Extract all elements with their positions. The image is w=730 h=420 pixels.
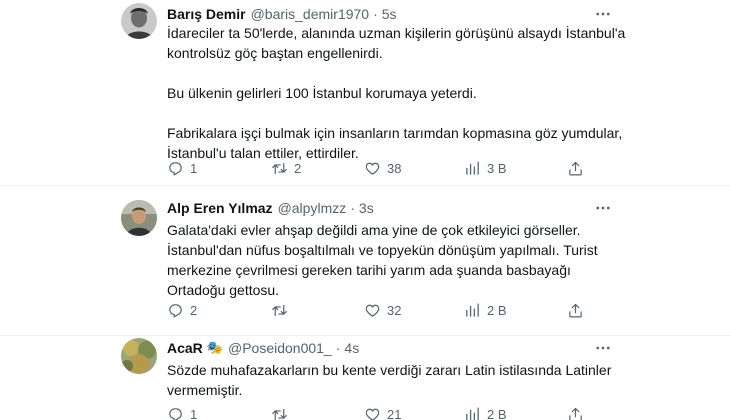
views-chart-icon	[466, 302, 479, 317]
retweet-count: 2	[294, 160, 302, 176]
avatar[interactable]	[121, 3, 157, 39]
more-options-icon[interactable]	[593, 338, 613, 358]
user-handle[interactable]: @alpylmzz	[278, 200, 347, 216]
timestamp[interactable]: 4s	[344, 340, 359, 356]
more-options-icon[interactable]	[593, 198, 613, 218]
reply-icon	[169, 407, 182, 420]
reply-button[interactable]: 2	[167, 300, 197, 320]
tweet-paragraph: Fabrikalara işçi bulmak için insanların …	[167, 125, 623, 161]
action-bar: 1 2 38 3 B	[167, 158, 597, 178]
views-chart-icon	[466, 406, 479, 420]
tweet-paragraph: Galata'daki evler ahşap değildi ama yine…	[167, 222, 598, 298]
tweet-text: Sözde muhafazakarların bu kente verdiği …	[167, 360, 627, 400]
retweet-icon	[272, 162, 287, 174]
view-count: 3 B	[487, 160, 507, 176]
tweet-header: Alp Eren Yılmaz @alpylmzz · 3s	[167, 198, 374, 218]
like-count: 21	[387, 406, 402, 420]
timestamp[interactable]: 5s	[382, 6, 397, 22]
tweet-paragraph: İdareciler ta 50'lerde, alanında uzman k…	[167, 25, 626, 61]
reply-count: 1	[190, 160, 198, 176]
heart-icon	[365, 162, 380, 175]
share-icon	[569, 161, 582, 175]
tweet-header: Barış Demir @baris_demir1970 · 5s	[167, 4, 397, 24]
reply-icon	[169, 303, 182, 317]
like-button[interactable]: 21	[364, 404, 401, 420]
separator-dot: ·	[335, 340, 341, 356]
tweet[interactable]: Barış Demir @baris_demir1970 · 5s İdarec…	[0, 0, 730, 186]
heart-icon	[365, 408, 380, 420]
more-options-icon[interactable]	[593, 4, 613, 24]
reply-button[interactable]: 1	[167, 158, 197, 178]
share-icon	[569, 407, 582, 420]
share-button[interactable]	[567, 404, 584, 420]
share-button[interactable]	[567, 158, 584, 178]
view-count: 2 B	[487, 302, 507, 318]
share-icon	[569, 303, 582, 317]
reply-count: 2	[190, 302, 198, 318]
tweet[interactable]: AcaR 🎭 @Poseidon001_ · 4s Sözde muhafaza…	[0, 336, 730, 420]
retweet-icon	[272, 304, 287, 316]
tweet-feed: Barış Demir @baris_demir1970 · 5s İdarec…	[0, 0, 730, 420]
like-count: 32	[387, 302, 402, 318]
tweet-text: İdareciler ta 50'lerde, alanında uzman k…	[167, 23, 627, 163]
like-button[interactable]: 32	[364, 300, 401, 320]
timestamp[interactable]: 3s	[359, 200, 374, 216]
views-button[interactable]: 2 B	[464, 300, 507, 320]
user-handle[interactable]: @Poseidon001_	[228, 340, 332, 356]
tweet-paragraph: Bu ülkenin gelirleri 100 İstanbul koruma…	[167, 85, 477, 101]
reply-count: 1	[190, 406, 198, 420]
display-name[interactable]: Alp Eren Yılmaz	[167, 200, 273, 216]
like-button[interactable]: 38	[364, 158, 401, 178]
retweet-button[interactable]: 2	[271, 158, 301, 178]
action-bar: 2 32 2 B	[167, 300, 597, 320]
retweet-button[interactable]	[271, 300, 288, 320]
views-chart-icon	[466, 160, 479, 175]
avatar[interactable]	[121, 338, 157, 374]
avatar[interactable]	[121, 200, 157, 236]
reply-icon	[169, 161, 182, 175]
retweet-button[interactable]	[271, 404, 288, 420]
retweet-icon	[272, 408, 287, 420]
tweet-header: AcaR 🎭 @Poseidon001_ · 4s	[167, 338, 359, 358]
view-count: 2 B	[487, 406, 507, 420]
masks-emoji-icon: 🎭	[206, 340, 223, 355]
separator-dot: ·	[350, 200, 355, 216]
display-name[interactable]: AcaR	[167, 340, 203, 356]
views-button[interactable]: 2 B	[464, 404, 507, 420]
share-button[interactable]	[567, 300, 584, 320]
display-name[interactable]: Barış Demir	[167, 6, 246, 22]
action-bar: 1 21 2 B	[167, 404, 597, 420]
tweet-paragraph: Sözde muhafazakarların bu kente verdiği …	[167, 362, 612, 398]
heart-icon	[365, 304, 380, 317]
like-count: 38	[387, 160, 402, 176]
reply-button[interactable]: 1	[167, 404, 197, 420]
user-handle[interactable]: @baris_demir1970	[251, 6, 370, 22]
views-button[interactable]: 3 B	[464, 158, 507, 178]
tweet[interactable]: Alp Eren Yılmaz @alpylmzz · 3s Galata'da…	[0, 186, 730, 336]
tweet-text: Galata'daki evler ahşap değildi ama yine…	[167, 220, 627, 300]
separator-dot: ·	[373, 6, 378, 22]
